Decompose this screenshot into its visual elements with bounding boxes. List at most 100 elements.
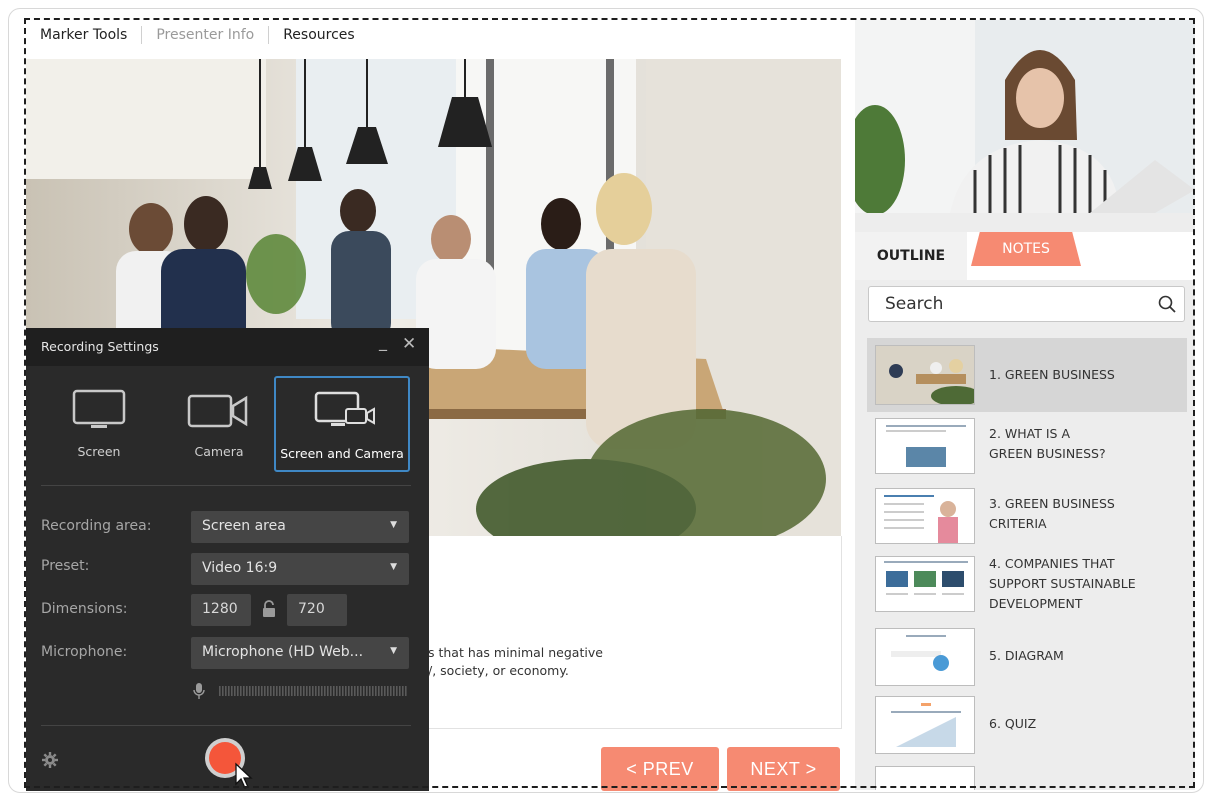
gear-icon[interactable] xyxy=(41,751,59,769)
meter-bar xyxy=(276,686,278,696)
panel-tabs: OUTLINE NOTES xyxy=(855,232,1195,280)
meter-bar xyxy=(234,686,236,696)
recording-settings-panel: Recording Settings _ ✕ Screen Camera Scr… xyxy=(26,328,429,791)
dropdown-arrow-icon: ▼ xyxy=(390,562,397,572)
slide-thumbnail xyxy=(875,345,975,405)
meter-bar xyxy=(255,686,257,696)
outline-item-6[interactable]: 6. QUIZ xyxy=(867,694,1187,758)
meter-bar xyxy=(366,686,368,696)
meter-bar xyxy=(390,686,392,696)
outline-item-7[interactable] xyxy=(867,764,1187,790)
slide-thumbnail xyxy=(875,418,975,474)
meter-bar xyxy=(339,686,341,696)
search-box xyxy=(868,286,1185,322)
meter-bar xyxy=(348,686,350,696)
divider xyxy=(41,725,411,726)
next-button[interactable]: NEXT > xyxy=(727,747,840,791)
height-input[interactable]: 720 xyxy=(287,594,347,626)
outline-label: 4. COMPANIES THAT SUPPORT SUSTAINABLE DE… xyxy=(989,556,1136,611)
slide-thumbnail xyxy=(875,766,975,790)
slide-text: s that has minimal negative /, society, … xyxy=(428,644,603,680)
meter-bar xyxy=(246,686,248,696)
meter-bar xyxy=(258,686,260,696)
meter-bar xyxy=(222,686,224,696)
meter-bar xyxy=(321,686,323,696)
meter-bar xyxy=(396,686,398,696)
mode-label: Screen xyxy=(77,444,121,459)
outline-item-2[interactable]: 2. WHAT IS A GREEN BUSINESS? xyxy=(867,414,1187,478)
meter-bar xyxy=(231,686,233,696)
meter-bar xyxy=(378,686,380,696)
camera-icon xyxy=(187,394,248,428)
meter-bar xyxy=(369,686,371,696)
meter-bar xyxy=(402,686,404,696)
meter-bar xyxy=(384,686,386,696)
meter-bar xyxy=(249,686,251,696)
meter-bar xyxy=(264,686,266,696)
meter-bar xyxy=(342,686,344,696)
tab-marker-tools[interactable]: Marker Tools xyxy=(26,26,143,44)
meter-bar xyxy=(309,686,311,696)
meter-bar xyxy=(225,686,227,696)
search-input[interactable] xyxy=(883,293,1147,315)
prev-button[interactable]: < PREV xyxy=(601,747,719,791)
close-icon[interactable]: ✕ xyxy=(402,334,416,354)
meter-bar xyxy=(267,686,269,696)
meter-bar xyxy=(261,686,263,696)
mode-camera[interactable]: Camera xyxy=(154,376,284,472)
meter-bar xyxy=(243,686,245,696)
meter-bar xyxy=(219,686,221,696)
meter-bar xyxy=(357,686,359,696)
slide-thumbnail xyxy=(875,628,975,686)
meter-bar xyxy=(375,686,377,696)
tab-resources[interactable]: Resources xyxy=(269,26,369,44)
meter-bar xyxy=(237,686,239,696)
meter-bar xyxy=(306,686,308,696)
meter-bar xyxy=(381,686,383,696)
width-input[interactable]: 1280 xyxy=(191,594,251,626)
screen-camera-icon xyxy=(314,391,375,426)
lock-icon[interactable] xyxy=(262,600,276,618)
meter-bar xyxy=(318,686,320,696)
slide-text-line-1: s that has minimal negative xyxy=(428,645,603,660)
search-icon[interactable] xyxy=(1158,295,1176,313)
microphone-icon xyxy=(193,683,205,699)
meter-bar xyxy=(285,686,287,696)
mic-level-meter xyxy=(191,680,409,702)
meter-bar xyxy=(240,686,242,696)
meter-bar xyxy=(303,686,305,696)
tab-presenter-info[interactable]: Presenter Info xyxy=(142,26,270,44)
meter-bar xyxy=(363,686,365,696)
top-tabs: Marker Tools Presenter Info Resources xyxy=(26,20,369,50)
microphone-value: Microphone (HD Web... xyxy=(202,644,364,660)
meter-bar xyxy=(399,686,401,696)
preset-select[interactable]: Video 16:9 ▼ xyxy=(191,553,409,585)
meter-bar xyxy=(297,686,299,696)
mode-screen[interactable]: Screen xyxy=(34,376,164,472)
meter-bar xyxy=(351,686,353,696)
microphone-select[interactable]: Microphone (HD Web... ▼ xyxy=(191,637,409,669)
outline-item-4[interactable]: 4. COMPANIES THAT SUPPORT SUSTAINABLE DE… xyxy=(867,554,1187,618)
recording-area-select[interactable]: Screen area ▼ xyxy=(191,511,409,543)
meter-bar xyxy=(282,686,284,696)
minimize-icon[interactable]: _ xyxy=(379,332,387,351)
meter-bar xyxy=(294,686,296,696)
mode-screen-and-camera[interactable]: Screen and Camera xyxy=(274,376,410,472)
meter-bar xyxy=(312,686,314,696)
outline-item-5[interactable]: 5. DIAGRAM xyxy=(867,624,1187,688)
meter-bar xyxy=(387,686,389,696)
outline-item-1[interactable]: 1. GREEN BUSINESS xyxy=(867,338,1187,412)
meter-bar xyxy=(360,686,362,696)
recording-area-value: Screen area xyxy=(202,518,286,534)
outline-item-3[interactable]: 3. GREEN BUSINESS CRITERIA xyxy=(867,484,1187,548)
slide-text-line-2: /, society, or economy. xyxy=(428,663,569,678)
divider xyxy=(41,485,411,486)
tab-outline[interactable]: OUTLINE xyxy=(855,232,967,280)
tab-notes[interactable]: NOTES xyxy=(971,232,1081,266)
dimensions-label: Dimensions: xyxy=(41,601,128,617)
meter-bar xyxy=(405,686,407,696)
meter-bar xyxy=(279,686,281,696)
recording-settings-header: Recording Settings _ ✕ xyxy=(26,328,429,366)
slide-thumbnail xyxy=(875,488,975,544)
meter-bar xyxy=(372,686,374,696)
